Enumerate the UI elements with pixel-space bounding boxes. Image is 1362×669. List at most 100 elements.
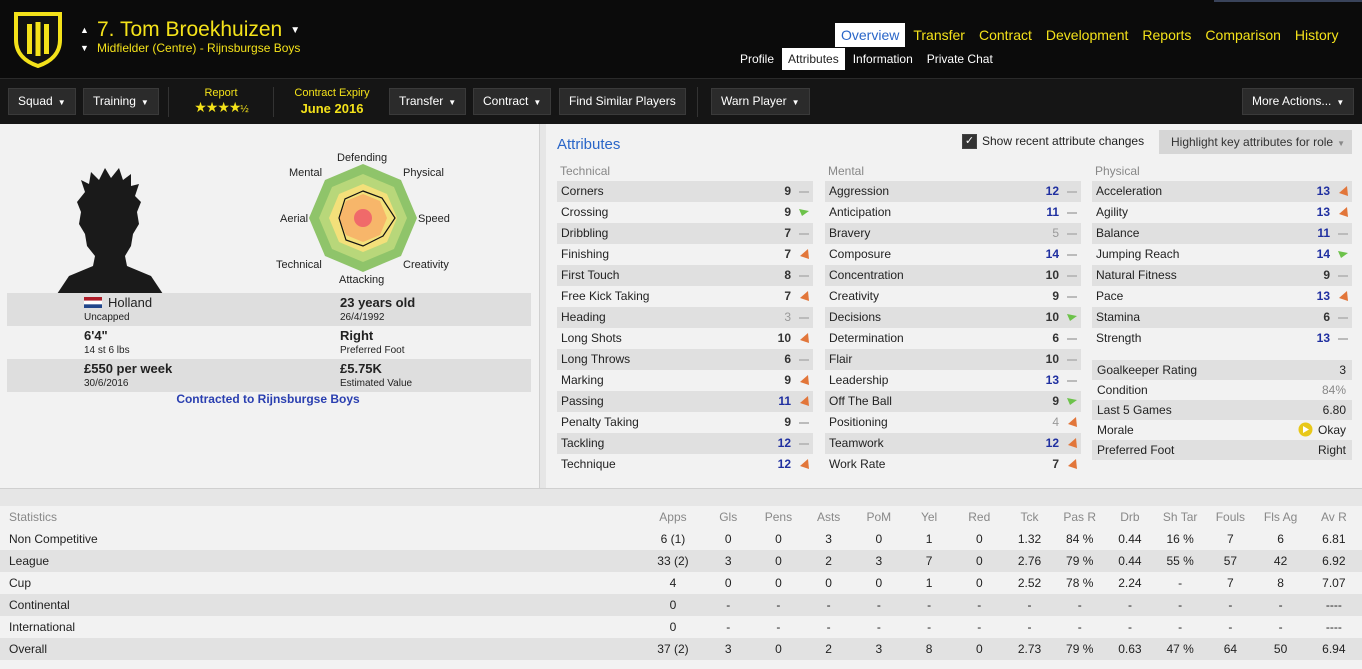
tab-transfer[interactable]: Transfer [907, 23, 971, 47]
stat-cell: - [1027, 620, 1032, 634]
attribute-row[interactable]: Marking 9 [557, 370, 813, 391]
contracted-club-link[interactable]: Contracted to Rijnsburgse Boys [0, 392, 536, 406]
attribute-row[interactable]: Acceleration 13 [1092, 181, 1352, 202]
attribute-name: Determination [829, 331, 904, 345]
stat-column-header[interactable]: Pens [753, 506, 803, 528]
scout-report[interactable]: Report ★★★★½ [180, 87, 262, 116]
table-row[interactable]: Continental 0- - - - - - - - - - - - ---- [0, 594, 1362, 616]
attribute-row[interactable]: Pace 13 [1092, 286, 1352, 307]
subtab-private-chat[interactable]: Private Chat [921, 48, 999, 70]
attribute-row[interactable]: Natural Fitness 9 [1092, 265, 1352, 286]
attribute-row[interactable]: Technique 12 [557, 454, 813, 475]
attribute-row[interactable]: Tackling 12 [557, 433, 813, 454]
subtab-information[interactable]: Information [847, 48, 919, 70]
attribute-row[interactable]: Leadership 13 [825, 370, 1081, 391]
attribute-row[interactable]: Heading 3 [557, 307, 813, 328]
attribute-row[interactable]: Crossing 9 [557, 202, 813, 223]
stat-cell: - [1228, 620, 1233, 634]
attribute-row[interactable]: Creativity 9 [825, 286, 1081, 307]
attribute-row[interactable]: Stamina 6 [1092, 307, 1352, 328]
attribute-row[interactable]: Anticipation 11 [825, 202, 1081, 223]
attribute-row[interactable]: Dribbling 7 [557, 223, 813, 244]
attribute-name: Aggression [829, 184, 890, 198]
attribute-row[interactable]: Concentration 10 [825, 265, 1081, 286]
stat-column-header[interactable]: Drb [1105, 506, 1155, 528]
attribute-row[interactable]: Off The Ball 9 [825, 391, 1081, 412]
tab-development[interactable]: Development [1040, 23, 1135, 47]
tab-contract[interactable]: Contract [973, 23, 1038, 47]
attribute-name: Tackling [561, 436, 605, 450]
find-similar-players-button[interactable]: Find Similar Players [559, 88, 686, 115]
stat-cell: 3 [703, 550, 754, 572]
attribute-name: Corners [561, 184, 604, 198]
attribute-row[interactable]: Corners 9 [557, 181, 813, 202]
training-button-label: Training [93, 94, 136, 108]
stat-column-header[interactable]: Sh Tar [1155, 506, 1205, 528]
training-button[interactable]: Training ▼ [83, 88, 159, 115]
stat-column-header[interactable]: Red [954, 506, 1004, 528]
subtab-attributes[interactable]: Attributes [782, 48, 845, 70]
date-of-birth: 26/4/1992 [340, 312, 385, 323]
attribute-row[interactable]: Work Rate 7 [825, 454, 1081, 475]
stat-column-header[interactable]: Av R [1306, 506, 1362, 528]
next-player-icon[interactable]: ▼ [80, 39, 90, 57]
table-row[interactable]: Cup 4 0 0 0 0 1 0 2.52 78 % 2.24 - 7 8 7.07 [0, 572, 1362, 594]
attribute-row[interactable]: Passing 11 [557, 391, 813, 412]
attribute-row[interactable]: Positioning 4 [825, 412, 1081, 433]
table-row[interactable]: Non Competitive 6 (1) 0 0 3 0 1 0 1.32 84 % 0.44 16… [0, 528, 1362, 550]
attribute-name: Pace [1096, 289, 1124, 303]
stat-column-header[interactable]: Yel [904, 506, 954, 528]
attribute-row[interactable]: Bravery 5 [825, 223, 1081, 244]
stat-column-header[interactable]: Pas R [1055, 506, 1105, 528]
table-row[interactable]: International 0- - - - - - - - - - - - ---- [0, 616, 1362, 638]
stat-column-header[interactable]: Fls Ag [1255, 506, 1305, 528]
attribute-row[interactable]: Composure 14 [825, 244, 1081, 265]
attribute-row[interactable]: Finishing 7 [557, 244, 813, 265]
tab-reports[interactable]: Reports [1136, 23, 1197, 47]
attribute-row[interactable]: Agility 13 [1092, 202, 1352, 223]
tab-history[interactable]: History [1289, 23, 1345, 47]
contract-button[interactable]: Contract ▼ [473, 88, 552, 115]
extra-info-value-text: Okay [1317, 423, 1346, 437]
stat-column-header[interactable]: Gls [703, 506, 753, 528]
attribute-row[interactable]: Balance 11 [1092, 223, 1352, 244]
warn-player-button[interactable]: Warn Player ▼ [711, 88, 810, 115]
nation[interactable]: Holland [84, 295, 152, 310]
attribute-row[interactable]: Jumping Reach 14 [1092, 244, 1352, 265]
attribute-row[interactable]: Determination 6 [825, 328, 1081, 349]
stat-column-header[interactable]: PoM [854, 506, 904, 528]
attribute-value: 12 [777, 436, 791, 450]
attribute-row[interactable]: Long Throws 6 [557, 349, 813, 370]
stat-column-header[interactable]: Asts [804, 506, 854, 528]
show-recent-changes-toggle[interactable]: ✓ Show recent attribute changes [962, 134, 1144, 150]
stat-column-header[interactable]: Tck [1004, 506, 1054, 528]
table-row[interactable]: Overall 37 (2) 3 0 2 3 8 0 2.73 79 % 0.63 47 % 64 50 6… [0, 638, 1362, 660]
stat-column-header[interactable]: Fouls [1205, 506, 1255, 528]
tab-overview[interactable]: Overview [835, 23, 906, 47]
transfer-button[interactable]: Transfer ▼ [389, 88, 467, 115]
netherlands-flag-icon [84, 297, 102, 308]
trend-flat-icon [797, 307, 811, 328]
player-prev-next-arrows[interactable]: ▲ ▼ [80, 21, 90, 57]
tab-comparison[interactable]: Comparison [1199, 23, 1286, 47]
more-actions-button[interactable]: More Actions... ▼ [1242, 88, 1355, 115]
attribute-row[interactable]: Penalty Taking 9 [557, 412, 813, 433]
table-row[interactable]: League 33 (2) 3 0 2 3 7 0 2.76 79 % 0.44 55 % 57 42 6.… [0, 550, 1362, 572]
attribute-row[interactable]: Decisions 10 [825, 307, 1081, 328]
stat-column-header[interactable]: Apps [643, 506, 703, 528]
highlight-role-dropdown[interactable]: Highlight key attributes for role ▼ [1159, 130, 1352, 154]
attribute-row[interactable]: Teamwork 12 [825, 433, 1081, 454]
attribute-row[interactable]: Free Kick Taking 7 [557, 286, 813, 307]
attribute-name: Marking [561, 373, 604, 387]
attribute-row[interactable]: Strength 13 [1092, 328, 1352, 349]
attribute-row[interactable]: First Touch 8 [557, 265, 813, 286]
squad-button[interactable]: Squad ▼ [8, 88, 76, 115]
attribute-row[interactable]: Long Shots 10 [557, 328, 813, 349]
chevron-down-icon: ▼ [791, 98, 800, 107]
previous-player-icon[interactable]: ▲ [80, 21, 90, 39]
attribute-row[interactable]: Flair 10 [825, 349, 1081, 370]
attribute-row[interactable]: Aggression 12 [825, 181, 1081, 202]
subtab-profile[interactable]: Profile [734, 48, 780, 70]
checkbox-checked-icon[interactable]: ✓ [962, 134, 977, 150]
player-name-menu[interactable]: 7. Tom Broekhuizen ▼ [97, 18, 300, 42]
